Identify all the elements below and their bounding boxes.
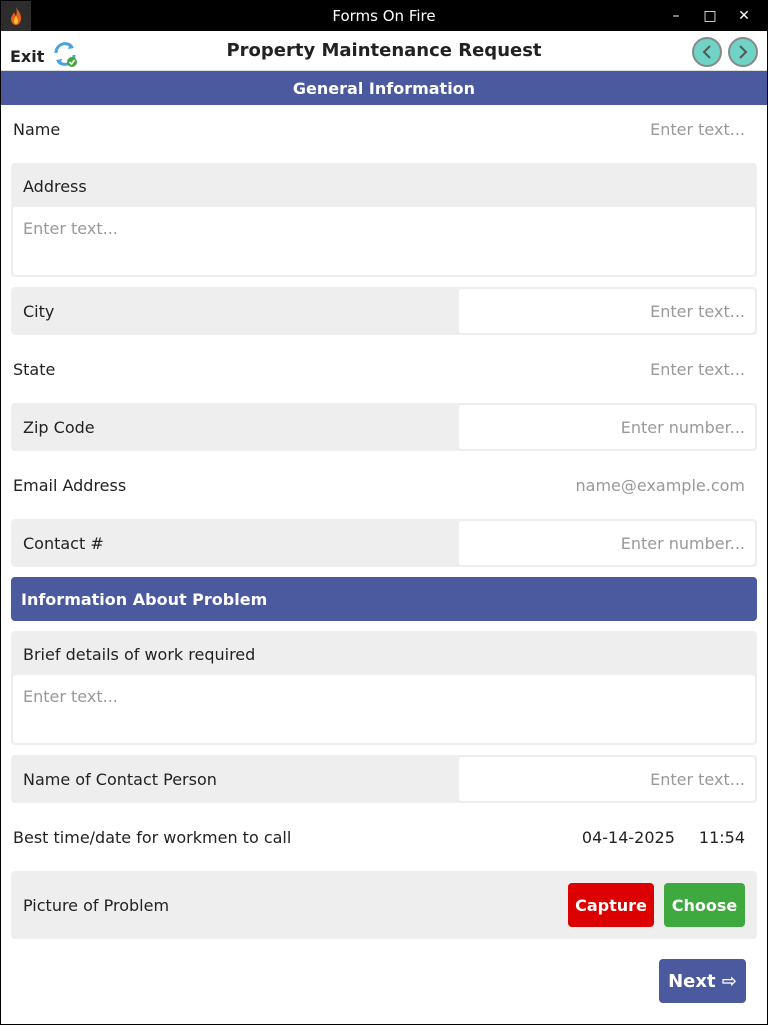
contact-row: Contact # Enter number... xyxy=(11,519,757,567)
form-toolbar: Exit Property Maintenance Request xyxy=(1,31,767,71)
email-field[interactable]: name@example.com xyxy=(576,476,746,495)
window-title: Forms On Fire xyxy=(332,7,436,25)
zip-placeholder: Enter number... xyxy=(620,417,745,437)
best-time-row: Best time/date for workmen to call 04-14… xyxy=(11,813,757,861)
state-row: State Enter text... xyxy=(11,345,757,393)
next-button[interactable]: Next ⇨ xyxy=(659,959,746,1003)
arrow-right-icon[interactable] xyxy=(728,37,758,67)
window-controls: – □ ✕ xyxy=(659,1,761,31)
best-time-value: 04-14-2025 11:54 xyxy=(582,828,745,847)
address-group: Address Enter text... xyxy=(11,163,757,277)
time-field[interactable]: 11:54 xyxy=(699,828,745,847)
contact-person-row: Name of Contact Person Enter text... xyxy=(11,755,757,803)
state-field[interactable]: Enter text... xyxy=(650,360,745,379)
capture-button[interactable]: Capture xyxy=(568,883,654,927)
title-bar: Forms On Fire – □ ✕ xyxy=(1,1,767,31)
city-placeholder: Enter text... xyxy=(650,301,745,321)
section-header-problem: Information About Problem xyxy=(11,577,757,621)
zip-row: Zip Code Enter number... xyxy=(11,403,757,451)
contact-person-field[interactable]: Enter text... xyxy=(459,757,755,801)
details-placeholder: Enter text... xyxy=(23,687,118,706)
flame-icon xyxy=(1,1,31,31)
email-label: Email Address xyxy=(13,475,127,495)
choose-button[interactable]: Choose xyxy=(664,883,745,927)
maximize-icon[interactable]: □ xyxy=(693,8,727,24)
address-field[interactable]: Enter text... xyxy=(13,207,755,275)
minimize-icon[interactable]: – xyxy=(659,8,693,24)
contact-placeholder: Enter number... xyxy=(620,533,745,553)
exit-button[interactable]: Exit xyxy=(10,39,80,73)
email-row: Email Address name@example.com xyxy=(11,461,757,509)
close-icon[interactable]: ✕ xyxy=(727,8,761,24)
form-footer: Next ⇨ xyxy=(659,959,746,1003)
best-time-label: Best time/date for workmen to call xyxy=(13,827,292,847)
sync-icon[interactable] xyxy=(50,39,80,73)
city-field[interactable]: Enter text... xyxy=(459,289,755,333)
form-title: Property Maintenance Request xyxy=(226,40,542,61)
details-label: Brief details of work required xyxy=(23,644,256,664)
city-row: City Enter text... xyxy=(11,287,757,335)
state-label: State xyxy=(13,359,56,379)
arrow-left-icon[interactable] xyxy=(692,37,722,67)
zip-field[interactable]: Enter number... xyxy=(459,405,755,449)
details-field[interactable]: Enter text... xyxy=(13,675,755,743)
picture-actions: Capture Choose xyxy=(568,883,745,927)
contact-person-placeholder: Enter text... xyxy=(650,769,745,789)
address-label: Address xyxy=(23,176,87,196)
address-placeholder: Enter text... xyxy=(23,219,118,238)
name-row: Name Enter text... xyxy=(11,105,757,153)
contact-field[interactable]: Enter number... xyxy=(459,521,755,565)
details-group: Brief details of work required Enter tex… xyxy=(11,631,757,745)
date-field[interactable]: 04-14-2025 xyxy=(582,828,675,847)
name-label: Name xyxy=(13,119,61,139)
section-header-general: General Information xyxy=(1,71,767,105)
exit-label: Exit xyxy=(10,46,45,66)
page-navigation xyxy=(692,37,758,67)
picture-row: Picture of Problem Capture Choose xyxy=(11,871,757,939)
form-content: Name Enter text... Address Enter text...… xyxy=(1,105,767,939)
app-window: Forms On Fire – □ ✕ Exit Property Mainte… xyxy=(0,0,768,1025)
name-field[interactable]: Enter text... xyxy=(650,120,745,139)
picture-label: Picture of Problem xyxy=(23,895,170,915)
